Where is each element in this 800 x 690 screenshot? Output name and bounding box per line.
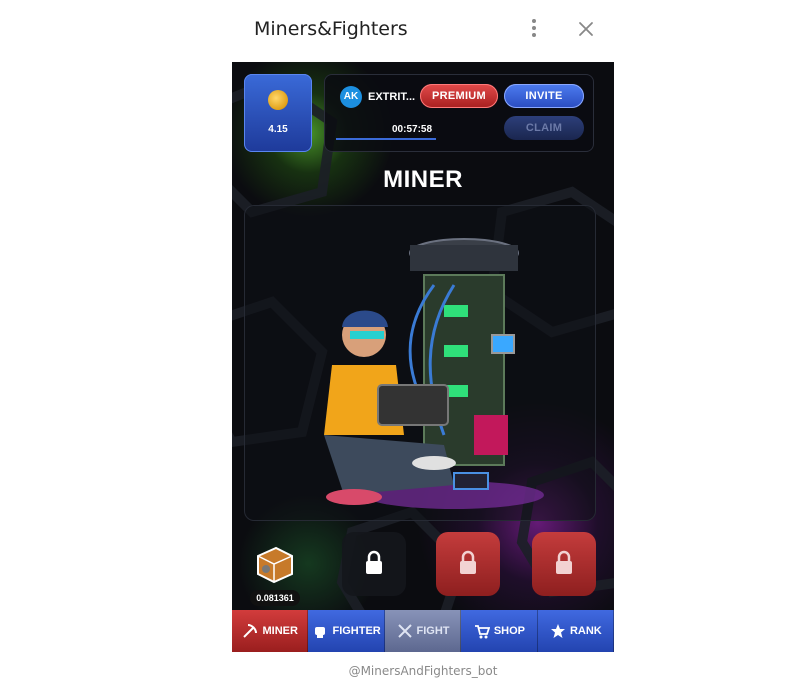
tab-fighter[interactable]: FIGHTER	[308, 610, 385, 652]
locked-slot-3[interactable]	[532, 532, 596, 596]
invite-button[interactable]: INVITE	[504, 84, 584, 108]
miner-character-illustration	[324, 238, 544, 509]
page-title: MINER	[383, 166, 463, 193]
premium-button[interactable]: PREMIUM	[420, 84, 498, 108]
claim-timer: 00:57:58	[392, 124, 433, 135]
locked-slot-2[interactable]	[436, 532, 500, 596]
close-icon[interactable]	[574, 17, 598, 41]
fist-icon	[315, 627, 326, 638]
more-options-icon[interactable]	[524, 16, 544, 46]
lock-icon	[366, 550, 382, 574]
title-bar: Miners&Fighters	[232, 0, 614, 62]
avatar[interactable]: AK	[340, 86, 362, 108]
mining-rig-icon[interactable]	[252, 542, 296, 586]
lock-icon	[556, 550, 572, 574]
cart-icon	[474, 625, 490, 639]
game-view: 4.15 AK EXTRIT... PREMIUM INVITE 00:57:5…	[232, 62, 614, 652]
tab-label: FIGHTER	[332, 625, 381, 637]
user-panel: AK EXTRIT... PREMIUM INVITE 00:57:58 CLA…	[324, 74, 594, 152]
tab-label: FIGHT	[416, 625, 450, 637]
tab-label: SHOP	[493, 625, 526, 637]
miner-stage	[244, 205, 596, 521]
timer-progress-line	[336, 138, 436, 140]
tab-miner[interactable]: MINER	[232, 610, 309, 652]
tab-label: MINER	[262, 625, 298, 637]
crossed-swords-icon	[397, 624, 412, 638]
lock-icon	[460, 550, 476, 574]
tab-label: RANK	[569, 625, 602, 637]
coin-balance-card[interactable]: 4.15	[244, 74, 312, 152]
star-badge-icon	[550, 624, 565, 638]
locked-slot-1[interactable]	[342, 532, 406, 596]
tab-shop[interactable]: SHOP	[461, 610, 538, 652]
username: EXTRIT...	[368, 91, 416, 103]
tab-rank[interactable]: RANK	[537, 610, 614, 652]
app-title: Miners&Fighters	[254, 18, 408, 40]
rig-balance: 0.081361	[250, 590, 300, 606]
claim-button[interactable]: CLAIM	[504, 116, 584, 140]
bot-handle[interactable]: @MinersAndFighters_bot	[232, 664, 614, 678]
coin-balance-value: 4.15	[268, 124, 288, 135]
bottom-tab-bar: MINER FIGHTER FIGHT SHOP RANK	[232, 610, 614, 652]
coin-icon	[268, 90, 288, 110]
tab-fight[interactable]: FIGHT	[384, 610, 462, 652]
pickaxe-icon	[243, 624, 258, 638]
telegram-webapp-window: Miners&Fighters 4.15 AK EXTRIT... PREMIU…	[232, 0, 614, 690]
